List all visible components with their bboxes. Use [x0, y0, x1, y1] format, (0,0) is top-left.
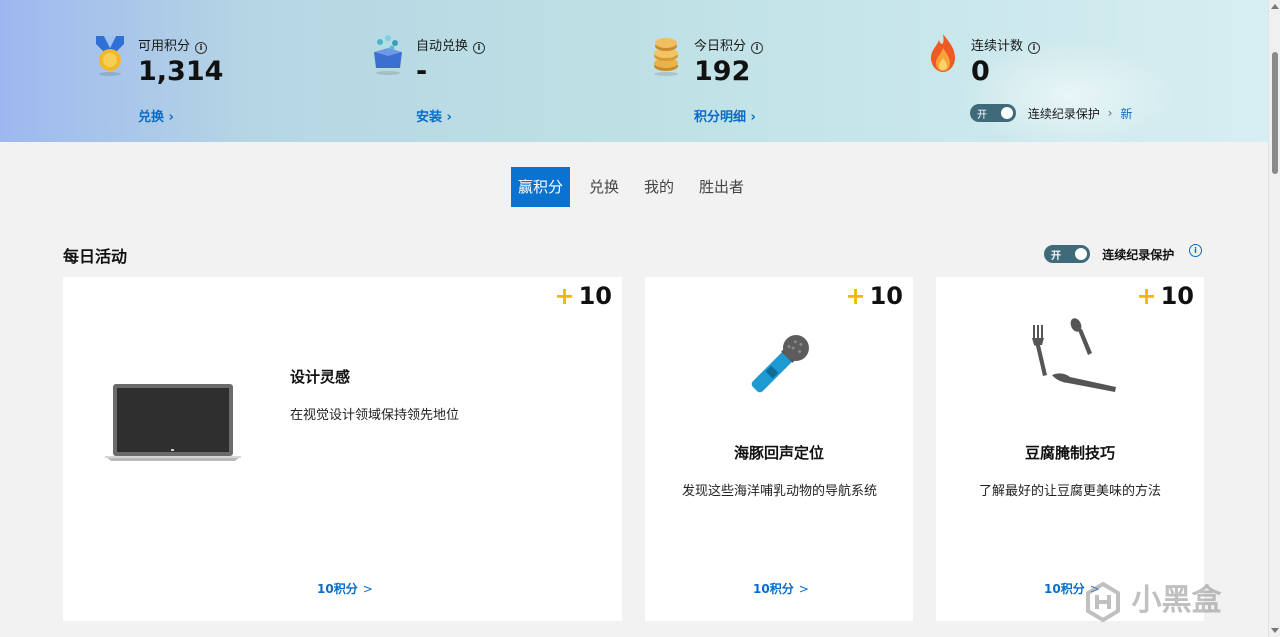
stat-label: 连续计数 i: [971, 35, 1041, 54]
earn-points-link[interactable]: 10积分 >: [317, 580, 373, 597]
card-description: 发现这些海洋哺乳动物的导航系统: [682, 484, 878, 499]
stat-today-points: 今日积分 i 192 积分明细 ›: [646, 30, 866, 130]
tab-redeem[interactable]: 兑换: [583, 167, 625, 207]
tab-mine[interactable]: 我的: [638, 167, 680, 207]
vertical-scrollbar[interactable]: [1268, 0, 1280, 637]
points-reward: +10: [1136, 282, 1194, 310]
chevron-right-icon: ›: [1107, 106, 1113, 120]
card-title: 设计灵感: [290, 368, 351, 386]
new-badge: 新: [1120, 106, 1133, 121]
activity-card[interactable]: +10 设计灵感 在视觉设计领域保持领先地位 10积分 >: [63, 277, 622, 621]
section-streak-protection: 开 连续纪录保护: [1044, 245, 1174, 263]
info-icon[interactable]: i: [1028, 42, 1041, 54]
stat-value: 0: [971, 56, 990, 87]
streak-protection-toggle[interactable]: 开: [970, 104, 1016, 122]
card-title: 豆腐腌制技巧: [1025, 444, 1116, 462]
points-reward: +10: [845, 282, 903, 310]
info-icon[interactable]: i: [751, 42, 764, 54]
stat-available-points: 可用积分 i 1,314 兑换 ›: [90, 30, 290, 130]
tab-winners[interactable]: 胜出者: [693, 167, 750, 207]
install-link[interactable]: 安装 ›: [416, 106, 452, 125]
stat-label: 今日积分 i: [694, 35, 764, 54]
info-icon[interactable]: i: [195, 42, 208, 54]
cutlery-icon: [1032, 318, 1116, 392]
watermark-text: 小黑盒: [1131, 583, 1222, 618]
info-icon[interactable]: i: [1189, 244, 1202, 257]
toggle-knob: [1001, 107, 1013, 119]
scrollbar-thumb[interactable]: [1272, 52, 1278, 174]
medal-icon: [96, 36, 124, 76]
stat-label: 可用积分 i: [138, 35, 208, 54]
coin-stack-icon: [654, 38, 678, 76]
info-icon[interactable]: i: [473, 42, 486, 54]
streak-protection-control: 开 连续纪录保护 › 新: [970, 104, 1132, 122]
section-title: 每日活动: [63, 247, 128, 266]
microphone-icon: [751, 335, 809, 393]
stat-value: 192: [694, 56, 751, 87]
stat-auto-redeem: 自动兑换 i - 安装 ›: [368, 30, 568, 130]
toggle-state-label: 开: [1051, 251, 1061, 262]
main-tabs: 赢积分 兑换 我的 胜出者: [511, 167, 763, 207]
streak-protection-label[interactable]: 连续纪录保护: [1028, 107, 1100, 121]
points-reward: +10: [554, 282, 612, 310]
stat-value: -: [416, 56, 428, 87]
activity-card[interactable]: +10 海豚回声定位 发现这些海洋哺乳动物的导航系统 10积分 >: [645, 277, 913, 621]
gift-box-icon: [374, 35, 402, 75]
stat-label: 自动兑换 i: [416, 35, 486, 54]
laptop-icon: [105, 384, 241, 461]
redeem-link[interactable]: 兑换 ›: [138, 106, 174, 125]
activity-card[interactable]: +10 豆腐腌制技巧 了解最好的让豆腐更美味的方法 10积分 >: [936, 277, 1204, 621]
scroll-up-icon[interactable]: [1271, 4, 1279, 9]
stat-value: 1,314: [138, 56, 224, 87]
toggle-state-label: 开: [977, 110, 987, 121]
tab-earn-points[interactable]: 赢积分: [511, 167, 571, 207]
points-detail-link[interactable]: 积分明细 ›: [694, 106, 756, 125]
card-description: 在视觉设计领域保持领先地位: [290, 408, 460, 423]
scroll-down-icon[interactable]: [1271, 628, 1279, 633]
heybox-logo-icon: [1086, 581, 1120, 622]
streak-protection-label: 连续纪录保护: [1102, 247, 1175, 262]
streak-protection-toggle[interactable]: 开: [1044, 245, 1090, 263]
earn-points-link[interactable]: 10积分 >: [753, 580, 809, 597]
card-title: 海豚回声定位: [734, 444, 825, 462]
points-summary-banner: 可用积分 i 1,314 兑换 › 自动兑换 i - 安装 › 今日积分 i 192 …: [0, 0, 1268, 142]
watermark: 小黑盒: [1085, 575, 1221, 622]
toggle-knob: [1075, 248, 1087, 260]
flame-icon: [931, 34, 955, 72]
card-description: 了解最好的让豆腐更美味的方法: [979, 484, 1162, 499]
